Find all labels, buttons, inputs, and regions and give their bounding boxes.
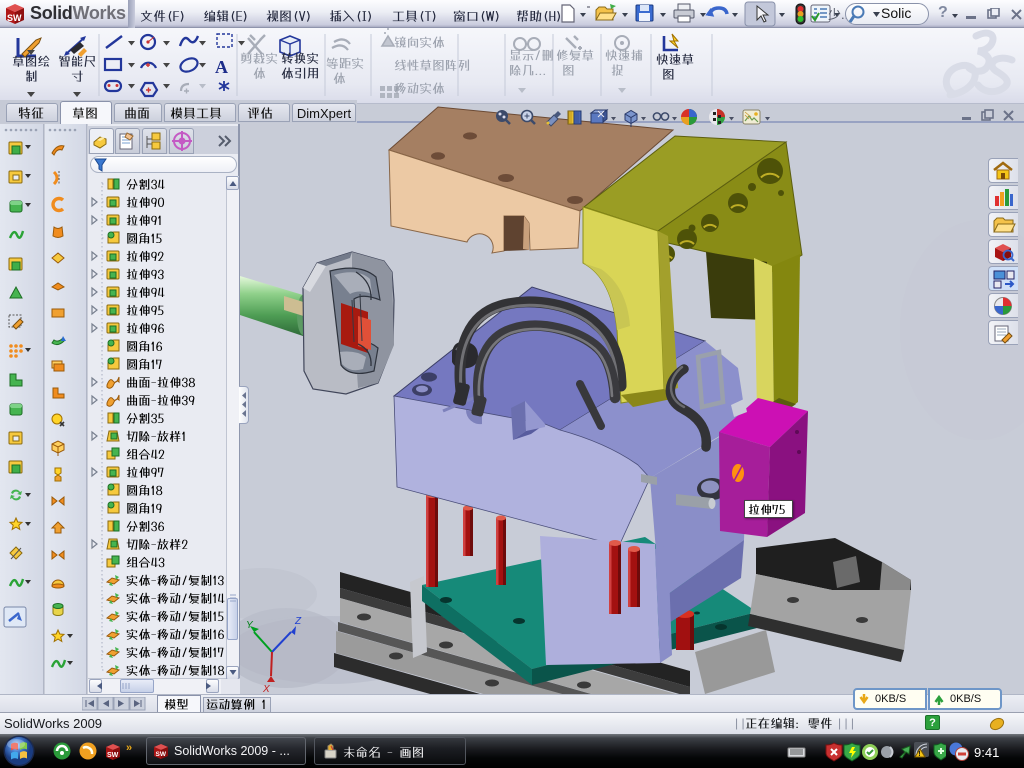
svg-text:»: » <box>126 742 132 754</box>
svg-text:SW: SW <box>156 751 167 758</box>
svg-text:X: X <box>262 684 270 694</box>
svg-text:SW: SW <box>107 752 119 759</box>
svg-text:Z: Z <box>294 616 302 627</box>
svg-text:A: A <box>215 57 228 77</box>
svg-text:!: ! <box>918 751 920 758</box>
svg-text:SW: SW <box>7 13 22 23</box>
